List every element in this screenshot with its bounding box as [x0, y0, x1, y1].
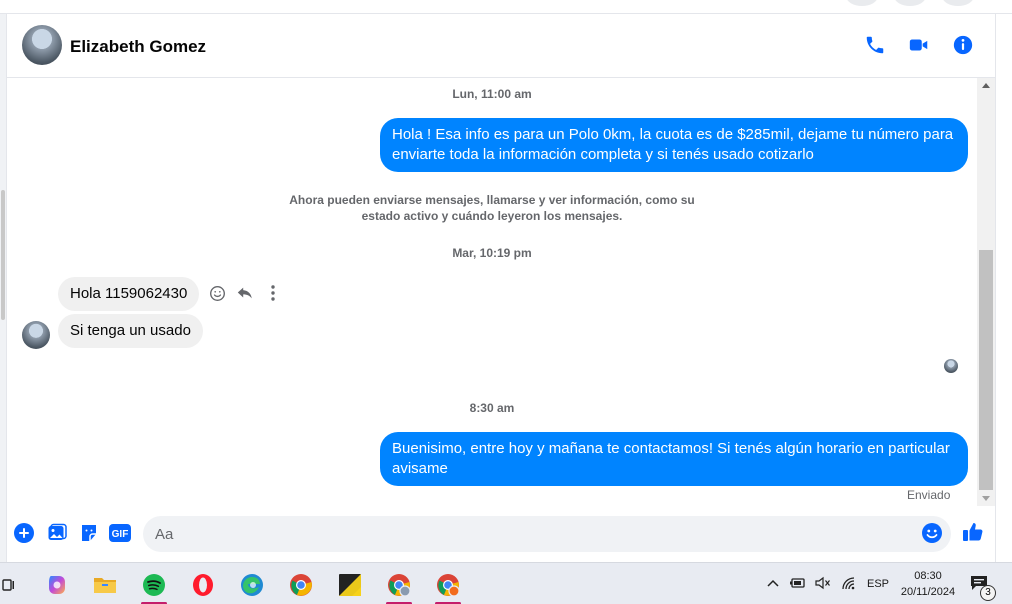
- contact-avatar[interactable]: [22, 25, 62, 65]
- more-actions-button[interactable]: [13, 522, 35, 544]
- message-input[interactable]: [143, 516, 951, 552]
- hidden-avatar: [894, 0, 926, 6]
- scroll-up-arrow[interactable]: [982, 83, 990, 88]
- timestamp: 8:30 am: [469, 401, 515, 415]
- more-options-button[interactable]: [263, 283, 283, 303]
- thumbs-up-icon: [963, 523, 983, 541]
- chrome-profile-icon: [388, 574, 411, 597]
- contact-name[interactable]: Elizabeth Gomez: [70, 37, 206, 57]
- system-notice: Ahora pueden enviarse mensajes, llamarse…: [289, 193, 695, 223]
- gif-icon: GIF: [109, 524, 131, 542]
- wifi-button[interactable]: [841, 576, 857, 593]
- outgoing-message[interactable]: Buenisimo, entre hoy y mañana te contact…: [380, 432, 968, 486]
- folder-icon: [94, 578, 116, 593]
- seen-indicator-avatar: [944, 359, 958, 373]
- clock-time: 08:30: [914, 570, 942, 582]
- hidden-avatar: [846, 0, 878, 6]
- emoji-react-icon: [209, 285, 225, 301]
- taskbar-app-chrome-profile-1[interactable]: [382, 568, 416, 604]
- wifi-icon: [842, 576, 855, 589]
- chat-header: Elizabeth Gomez: [7, 14, 995, 78]
- taskbar-app-copilot[interactable]: [40, 568, 74, 602]
- chevron-up-icon: [767, 579, 779, 587]
- send-like-button[interactable]: [962, 521, 984, 543]
- clock[interactable]: 08:30 20/11/2024: [890, 568, 966, 600]
- task-view-button[interactable]: [0, 568, 24, 602]
- sender-avatar[interactable]: [22, 321, 50, 349]
- incoming-message[interactable]: Si tenga un usado: [58, 314, 203, 348]
- scroll-thumb[interactable]: [979, 250, 993, 490]
- chrome-icon: [290, 574, 312, 596]
- copilot-icon: [49, 576, 65, 594]
- background-window-edge: [995, 14, 1012, 562]
- taskbar-app-file-explorer[interactable]: [88, 568, 122, 602]
- svg-text:GIF: GIF: [112, 529, 129, 540]
- outgoing-message[interactable]: Hola ! Esa info es para un Polo 0km, la …: [380, 118, 968, 172]
- sticker-icon: [82, 525, 96, 541]
- volume-muted-icon: [815, 576, 830, 589]
- video-call-button[interactable]: [907, 33, 931, 57]
- notification-count-badge: 3: [980, 585, 996, 601]
- attach-photo-button[interactable]: [46, 522, 68, 544]
- volume-button[interactable]: [815, 576, 831, 593]
- sticker-button[interactable]: [78, 522, 100, 544]
- top-strip: [0, 0, 1012, 14]
- emoji-picker-button[interactable]: [921, 522, 945, 546]
- emoji-react-button[interactable]: [207, 283, 227, 303]
- message-actions: [207, 283, 283, 303]
- voice-call-button[interactable]: [863, 33, 887, 57]
- taskbar-app-edge[interactable]: [235, 568, 269, 602]
- edge-icon: [241, 574, 263, 596]
- input-language-indicator[interactable]: ESP: [867, 578, 889, 590]
- taskbar-app-opera[interactable]: [186, 568, 220, 602]
- messenger-window: Elizabeth Gomez Lun, 11:00 am Hola ! Esa…: [0, 0, 1012, 604]
- incoming-message[interactable]: Hola 1159062430: [58, 277, 200, 311]
- chat-scrollbar[interactable]: [977, 78, 995, 506]
- spotify-icon: [143, 574, 165, 596]
- more-options-icon: [271, 285, 275, 301]
- video-camera-icon: [909, 39, 928, 51]
- scroll-down-arrow[interactable]: [982, 496, 990, 501]
- message-status: Enviado: [907, 488, 951, 502]
- clock-date: 20/11/2024: [900, 586, 956, 598]
- system-tray: ESP: [767, 563, 889, 604]
- opera-icon: [193, 574, 213, 596]
- conversation-info-button[interactable]: [951, 33, 975, 57]
- taskbar-app-chrome[interactable]: [284, 568, 318, 602]
- sticky-notes-icon: [339, 574, 361, 596]
- taskbar-app-chrome-profile-2[interactable]: [431, 568, 465, 604]
- task-view-icon: [2, 579, 14, 591]
- chrome-profile-icon: [437, 574, 460, 597]
- info-icon: [953, 35, 973, 55]
- hidden-avatar: [942, 0, 974, 6]
- battery-button[interactable]: [789, 577, 805, 592]
- reply-icon: [237, 287, 252, 299]
- gif-button[interactable]: GIF: [109, 522, 131, 544]
- battery-icon: [790, 577, 805, 588]
- background-window-edge: [0, 14, 7, 562]
- timestamp: Lun, 11:00 am: [452, 87, 532, 101]
- image-icon: [48, 523, 67, 540]
- taskbar-app-sticky[interactable]: [333, 568, 367, 602]
- emoji-icon: [922, 523, 942, 543]
- show-hidden-icons-button[interactable]: [767, 578, 779, 590]
- timestamp: Mar, 10:19 pm: [452, 246, 532, 260]
- reply-button[interactable]: [235, 283, 255, 303]
- windows-taskbar: ESP 08:30 20/11/2024 3: [0, 562, 1012, 604]
- message-thread[interactable]: Lun, 11:00 am Hola ! Esa info es para un…: [7, 78, 977, 506]
- phone-icon: [866, 36, 884, 54]
- message-composer: GIF: [7, 506, 995, 562]
- plus-icon: [14, 523, 34, 543]
- taskbar-app-spotify[interactable]: [137, 568, 171, 604]
